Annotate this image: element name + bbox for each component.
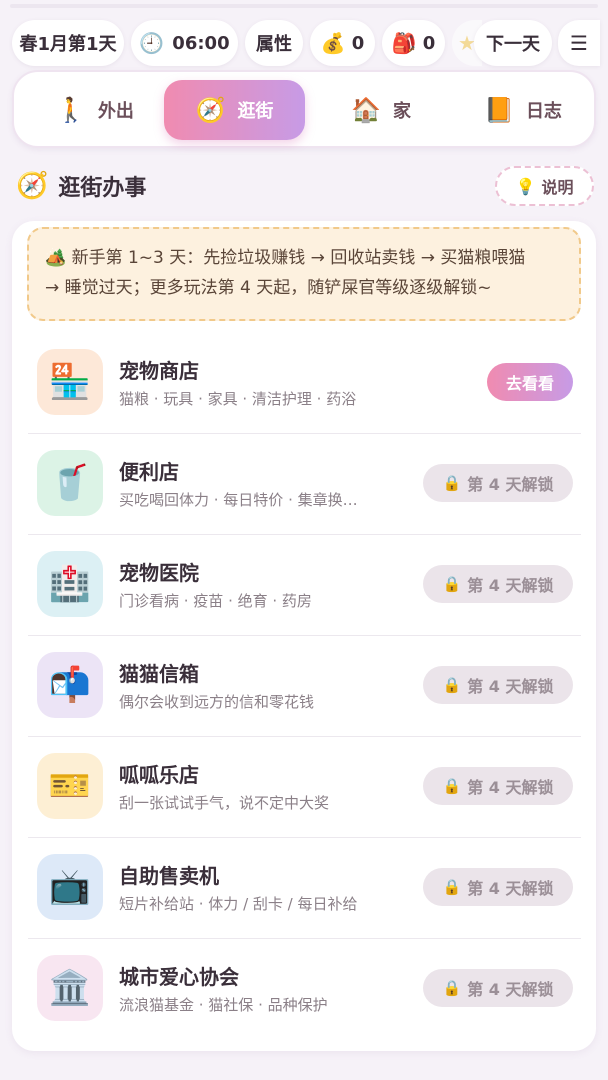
lightbulb-icon: 💡 — [515, 176, 536, 196]
tab-diary-label: 日志 — [525, 101, 562, 122]
menu-button[interactable]: ☰ — [558, 20, 600, 66]
lock-icon: 🔒 — [442, 777, 462, 795]
locked-button[interactable]: 🔒 第 4 天解锁 — [423, 868, 573, 906]
attributes-label: 属性 — [256, 34, 292, 55]
shop-name: 城市爱心协会 — [119, 965, 239, 989]
lock-icon: 🔒 — [442, 575, 462, 593]
shop-desc: 刮一张试试手气，说不定中大奖 — [119, 794, 330, 812]
shop-desc: 买吃喝回体力 · 每日特价 · 集章换… — [119, 491, 358, 509]
tab-home[interactable]: 🏠 家 — [326, 80, 436, 140]
camping-icon: 🏕️ — [45, 248, 67, 268]
classical-building-icon: 🏛️ — [37, 955, 103, 1021]
money-pill[interactable]: 💰 0 — [310, 20, 375, 66]
shop-name: 猫猫信箱 — [119, 662, 199, 686]
main-tab-bar: 🚶 外出 🧭 逛街 🏠 家 📙 日志 — [12, 70, 596, 148]
top-divider — [10, 4, 598, 8]
shop-desc: 猫粮 · 玩具 · 家具 · 清洁护理 · 药浴 — [119, 390, 357, 408]
locked-button[interactable]: 🔒 第 4 天解锁 — [423, 565, 573, 603]
walking-person-icon: 🚶 — [56, 96, 86, 124]
locked-button[interactable]: 🔒 第 4 天解锁 — [423, 666, 573, 704]
shop-name: 便利店 — [119, 460, 179, 484]
backpack-value: 0 — [422, 32, 436, 54]
locked-label: 第 4 天解锁 — [467, 576, 554, 595]
locked-button[interactable]: 🔒 第 4 天解锁 — [423, 464, 573, 502]
backpack-icon: 🎒 — [391, 31, 417, 55]
shop-name: 宠物医院 — [119, 561, 199, 585]
house-icon: 🏠 — [351, 96, 381, 124]
next-day-button[interactable]: 下一天 — [474, 20, 552, 66]
clock-icon: 🕘 — [139, 31, 165, 55]
tab-outing[interactable]: 🚶 外出 — [36, 80, 154, 140]
date-pill: 春1月第1天 — [12, 20, 124, 66]
shop-desc: 短片补给站 · 体力 / 刮卡 / 每日补给 — [119, 895, 358, 913]
tab-shopping[interactable]: 🧭 逛街 — [164, 80, 305, 140]
lock-icon: 🔒 — [442, 979, 462, 997]
tab-diary[interactable]: 📙 日志 — [464, 80, 582, 140]
tip-line-2: → 睡觉过天；更多玩法第 4 天起，随铲屎官等级逐级解锁~ — [45, 278, 492, 298]
shop-row-pet-hospital[interactable]: 🏥 宠物医院 门诊看病 · 疫苗 · 绝育 · 药房 🔒 第 4 天解锁 — [28, 535, 581, 636]
money-bag-icon: 💰 — [320, 31, 346, 55]
tab-outing-label: 外出 — [97, 101, 134, 122]
locked-button[interactable]: 🔒 第 4 天解锁 — [423, 767, 573, 805]
locked-label: 第 4 天解锁 — [467, 677, 554, 696]
lock-icon: 🔒 — [442, 676, 462, 694]
shop-row-scratch-shop[interactable]: 🎫 呱呱乐店 刮一张试试手气，说不定中大奖 🔒 第 4 天解锁 — [28, 737, 581, 838]
convenience-store-icon: 🏪 — [37, 349, 103, 415]
lock-icon: 🔒 — [442, 474, 462, 492]
shop-row-vending-machine[interactable]: 📺 自助售卖机 短片补给站 · 体力 / 刮卡 / 每日补给 🔒 第 4 天解锁 — [28, 838, 581, 939]
hospital-icon: 🏥 — [37, 551, 103, 617]
date-label: 春1月第1天 — [19, 34, 117, 55]
shop-desc: 门诊看病 · 疫苗 · 绝育 · 药房 — [119, 592, 312, 610]
cup-with-straw-icon: 🥤 — [37, 450, 103, 516]
shop-list: 🏪 宠物商店 猫粮 · 玩具 · 家具 · 清洁护理 · 药浴 去看看 🥤 便利… — [28, 333, 581, 1040]
locked-button[interactable]: 🔒 第 4 天解锁 — [423, 969, 573, 1007]
tab-home-label: 家 — [392, 101, 411, 122]
money-value: 0 — [351, 32, 365, 54]
attributes-button[interactable]: 属性 — [245, 20, 303, 66]
shop-list-card: 🏕️ 新手第 1~3 天：先捡垃圾赚钱 → 回收站卖钱 → 买猫粮喂猫 → 睡觉… — [12, 221, 596, 1051]
television-icon: 📺 — [37, 854, 103, 920]
help-label: 说明 — [541, 178, 574, 197]
shop-row-city-charity[interactable]: 🏛️ 城市爱心协会 流浪猫基金 · 猫社保 · 品种保护 🔒 第 4 天解锁 — [28, 939, 581, 1040]
shop-name: 宠物商店 — [119, 359, 199, 383]
shop-name: 自助售卖机 — [119, 864, 219, 888]
locked-label: 第 4 天解锁 — [467, 778, 554, 797]
shop-row-pet-store[interactable]: 🏪 宠物商店 猫粮 · 玩具 · 家具 · 清洁护理 · 药浴 去看看 — [28, 333, 581, 434]
compass-icon: 🧭 — [16, 171, 49, 201]
section-title: 逛街办事 — [58, 176, 147, 201]
locked-label: 第 4 天解锁 — [467, 980, 554, 999]
ticket-icon: 🎫 — [37, 753, 103, 819]
notebook-icon: 📙 — [484, 96, 514, 124]
locked-label: 第 4 天解锁 — [467, 475, 554, 494]
time-label: 06:00 — [172, 32, 230, 54]
backpack-pill[interactable]: 🎒 0 — [382, 20, 445, 66]
section-header: 🧭 逛街办事 — [16, 166, 146, 206]
next-day-label: 下一天 — [486, 34, 540, 55]
beginner-tip: 🏕️ 新手第 1~3 天：先捡垃圾赚钱 → 回收站卖钱 → 买猫粮喂猫 → 睡觉… — [27, 227, 581, 321]
compass-icon: 🧭 — [195, 96, 226, 124]
help-button[interactable]: 💡 说明 — [495, 166, 594, 206]
tip-line-1: 🏕️ 新手第 1~3 天：先捡垃圾赚钱 → 回收站卖钱 → 买猫粮喂猫 — [45, 243, 563, 273]
top-status-bar: 春1月第1天 🕘 06:00 属性 💰 0 🎒 0 ★ 下一天 ☰ — [0, 0, 608, 70]
time-pill: 🕘 06:00 — [131, 20, 238, 66]
visit-button[interactable]: 去看看 — [487, 363, 573, 401]
mailbox-icon: 📬 — [37, 652, 103, 718]
locked-label: 第 4 天解锁 — [467, 879, 554, 898]
shop-desc: 偶尔会收到远方的信和零花钱 — [119, 693, 315, 711]
hamburger-menu-icon: ☰ — [570, 31, 588, 55]
tip-text-1: 新手第 1~3 天：先捡垃圾赚钱 → 回收站卖钱 → 买猫粮喂猫 — [71, 248, 526, 268]
shop-row-convenience-store[interactable]: 🥤 便利店 买吃喝回体力 · 每日特价 · 集章换… 🔒 第 4 天解锁 — [28, 434, 581, 535]
lock-icon: 🔒 — [442, 878, 462, 896]
shop-desc: 流浪猫基金 · 猫社保 · 品种保护 — [119, 996, 328, 1014]
tab-shopping-label: 逛街 — [237, 101, 274, 122]
shop-row-cat-mailbox[interactable]: 📬 猫猫信箱 偶尔会收到远方的信和零花钱 🔒 第 4 天解锁 — [28, 636, 581, 737]
shop-name: 呱呱乐店 — [119, 763, 199, 787]
